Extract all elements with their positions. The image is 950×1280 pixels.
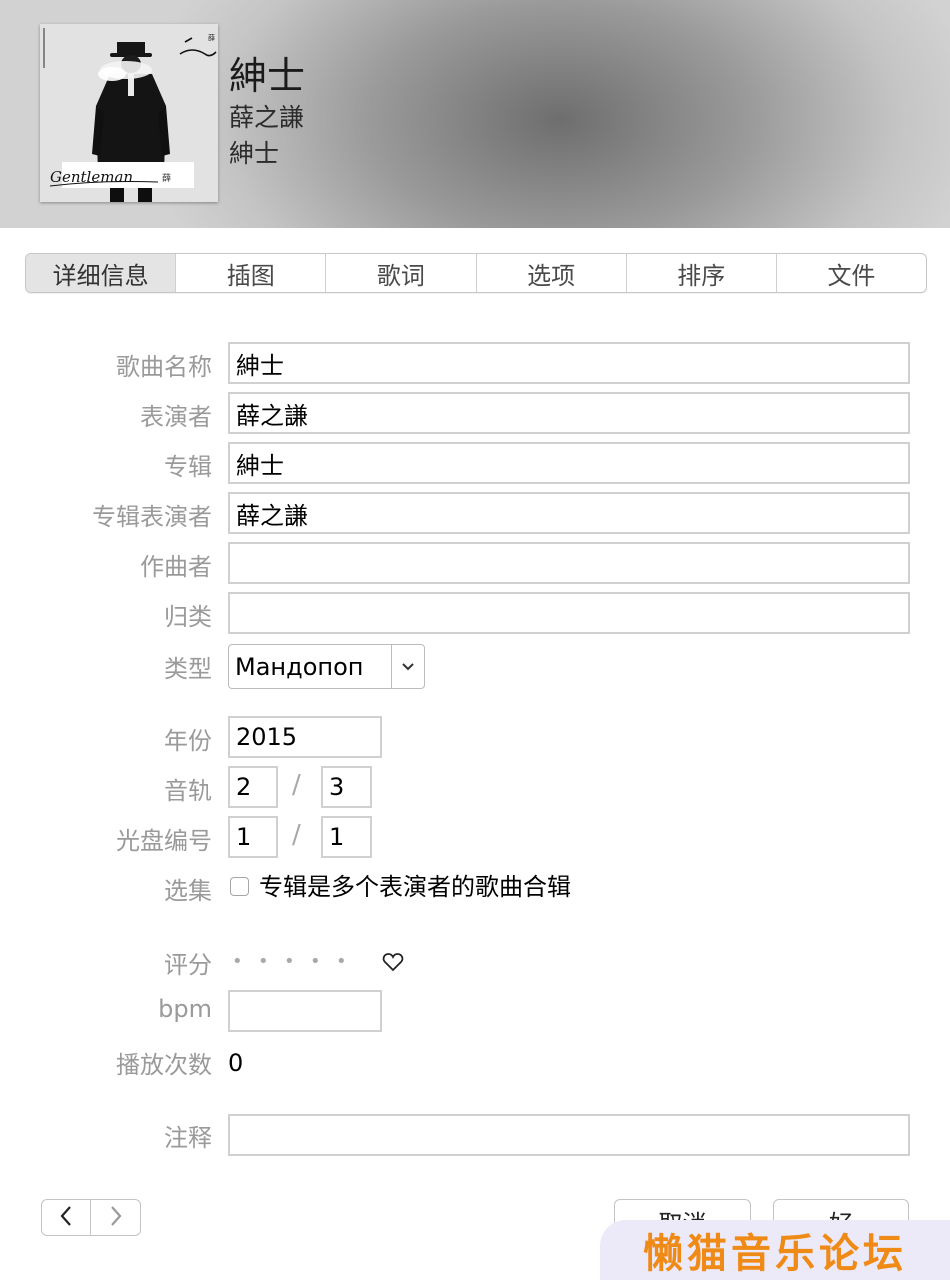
header-banner: 薛 Gentleman 薛 紳士 薛之謙 紳士 bbox=[0, 0, 950, 228]
genre-value: Мандопоп bbox=[235, 652, 364, 681]
album-name: 紳士 bbox=[229, 139, 280, 168]
track-total-field[interactable]: 3 bbox=[321, 766, 372, 808]
rating-dot[interactable]: • bbox=[284, 947, 310, 977]
tab-artwork[interactable]: 插图 bbox=[175, 254, 325, 292]
previous-button[interactable] bbox=[41, 1199, 91, 1236]
album-label: 专辑 bbox=[164, 453, 212, 481]
artwork-image: 薛 Gentleman 薛 bbox=[40, 24, 218, 202]
year-field[interactable]: 2015 bbox=[228, 716, 382, 758]
grouping-label: 归类 bbox=[164, 603, 212, 631]
year-label: 年份 bbox=[164, 727, 212, 755]
title-block: 紳士 薛之謙 紳士 bbox=[229, 52, 305, 172]
disc-number-field[interactable]: 1 bbox=[228, 816, 278, 858]
bpm-label: bpm bbox=[158, 995, 212, 1023]
comments-field[interactable] bbox=[228, 1114, 910, 1156]
song-name-label: 歌曲名称 bbox=[116, 353, 212, 381]
segmented-tabs: 详细信息 插图 歌词 选项 排序 文件 bbox=[25, 253, 927, 293]
song-name-field[interactable]: 紳士 bbox=[228, 342, 910, 384]
play-count-value: 0 bbox=[228, 1049, 244, 1077]
forum-watermark: 懒猫音乐论坛 bbox=[600, 1220, 950, 1280]
artist-field[interactable]: 薛之謙 bbox=[228, 392, 910, 434]
next-button[interactable] bbox=[91, 1199, 141, 1236]
album-artist-field[interactable]: 薛之謙 bbox=[228, 492, 910, 534]
svg-text:Gentleman: Gentleman bbox=[50, 168, 133, 186]
tab-file[interactable]: 文件 bbox=[775, 254, 926, 292]
tab-lyrics[interactable]: 歌词 bbox=[325, 254, 475, 292]
chevron-right-icon bbox=[109, 1205, 123, 1231]
artist-name: 薛之謙 bbox=[229, 103, 305, 132]
comments-label: 注释 bbox=[164, 1124, 212, 1152]
song-title: 紳士 bbox=[229, 54, 306, 98]
bpm-field[interactable] bbox=[228, 990, 382, 1032]
rating-label: 评分 bbox=[164, 951, 212, 979]
disc-separator: / bbox=[292, 820, 301, 850]
compilation-checkbox[interactable] bbox=[230, 877, 249, 896]
track-number-field[interactable]: 2 bbox=[228, 766, 278, 808]
track-label: 音轨 bbox=[164, 777, 212, 805]
rating-dot[interactable]: • bbox=[310, 947, 336, 977]
grouping-field[interactable] bbox=[228, 592, 910, 634]
tab-options[interactable]: 选项 bbox=[475, 254, 626, 292]
album-field[interactable]: 紳士 bbox=[228, 442, 910, 484]
chevron-down-icon[interactable] bbox=[391, 645, 424, 688]
composer-label: 作曲者 bbox=[140, 553, 212, 581]
heart-icon[interactable] bbox=[381, 950, 405, 974]
svg-text:薛: 薛 bbox=[162, 172, 171, 184]
chevron-left-icon bbox=[59, 1205, 73, 1231]
genre-select[interactable]: Мандопоп bbox=[228, 644, 425, 689]
composer-field[interactable] bbox=[228, 542, 910, 584]
play-count-label: 播放次数 bbox=[116, 1051, 212, 1079]
rating-dot[interactable]: • bbox=[232, 947, 258, 977]
genre-label: 类型 bbox=[164, 655, 212, 683]
disc-total-field[interactable]: 1 bbox=[321, 816, 372, 858]
compilation-checkbox-label[interactable]: 专辑是多个表演者的歌曲合辑 bbox=[259, 871, 571, 903]
album-artwork[interactable]: 薛 Gentleman 薛 bbox=[40, 24, 218, 202]
rating-stars[interactable]: • • • • • bbox=[232, 947, 362, 977]
tab-sorting[interactable]: 排序 bbox=[625, 254, 776, 292]
artist-label: 表演者 bbox=[140, 403, 212, 431]
rating-dot[interactable]: • bbox=[258, 947, 284, 977]
svg-text:薛: 薛 bbox=[208, 33, 215, 42]
tab-details[interactable]: 详细信息 bbox=[26, 254, 176, 292]
rating-dot[interactable]: • bbox=[336, 947, 362, 977]
album-artist-label: 专辑表演者 bbox=[92, 503, 212, 531]
compilation-label: 选集 bbox=[164, 877, 212, 905]
disc-label: 光盘编号 bbox=[116, 827, 212, 855]
track-separator: / bbox=[292, 770, 301, 800]
track-navigation bbox=[41, 1199, 141, 1236]
